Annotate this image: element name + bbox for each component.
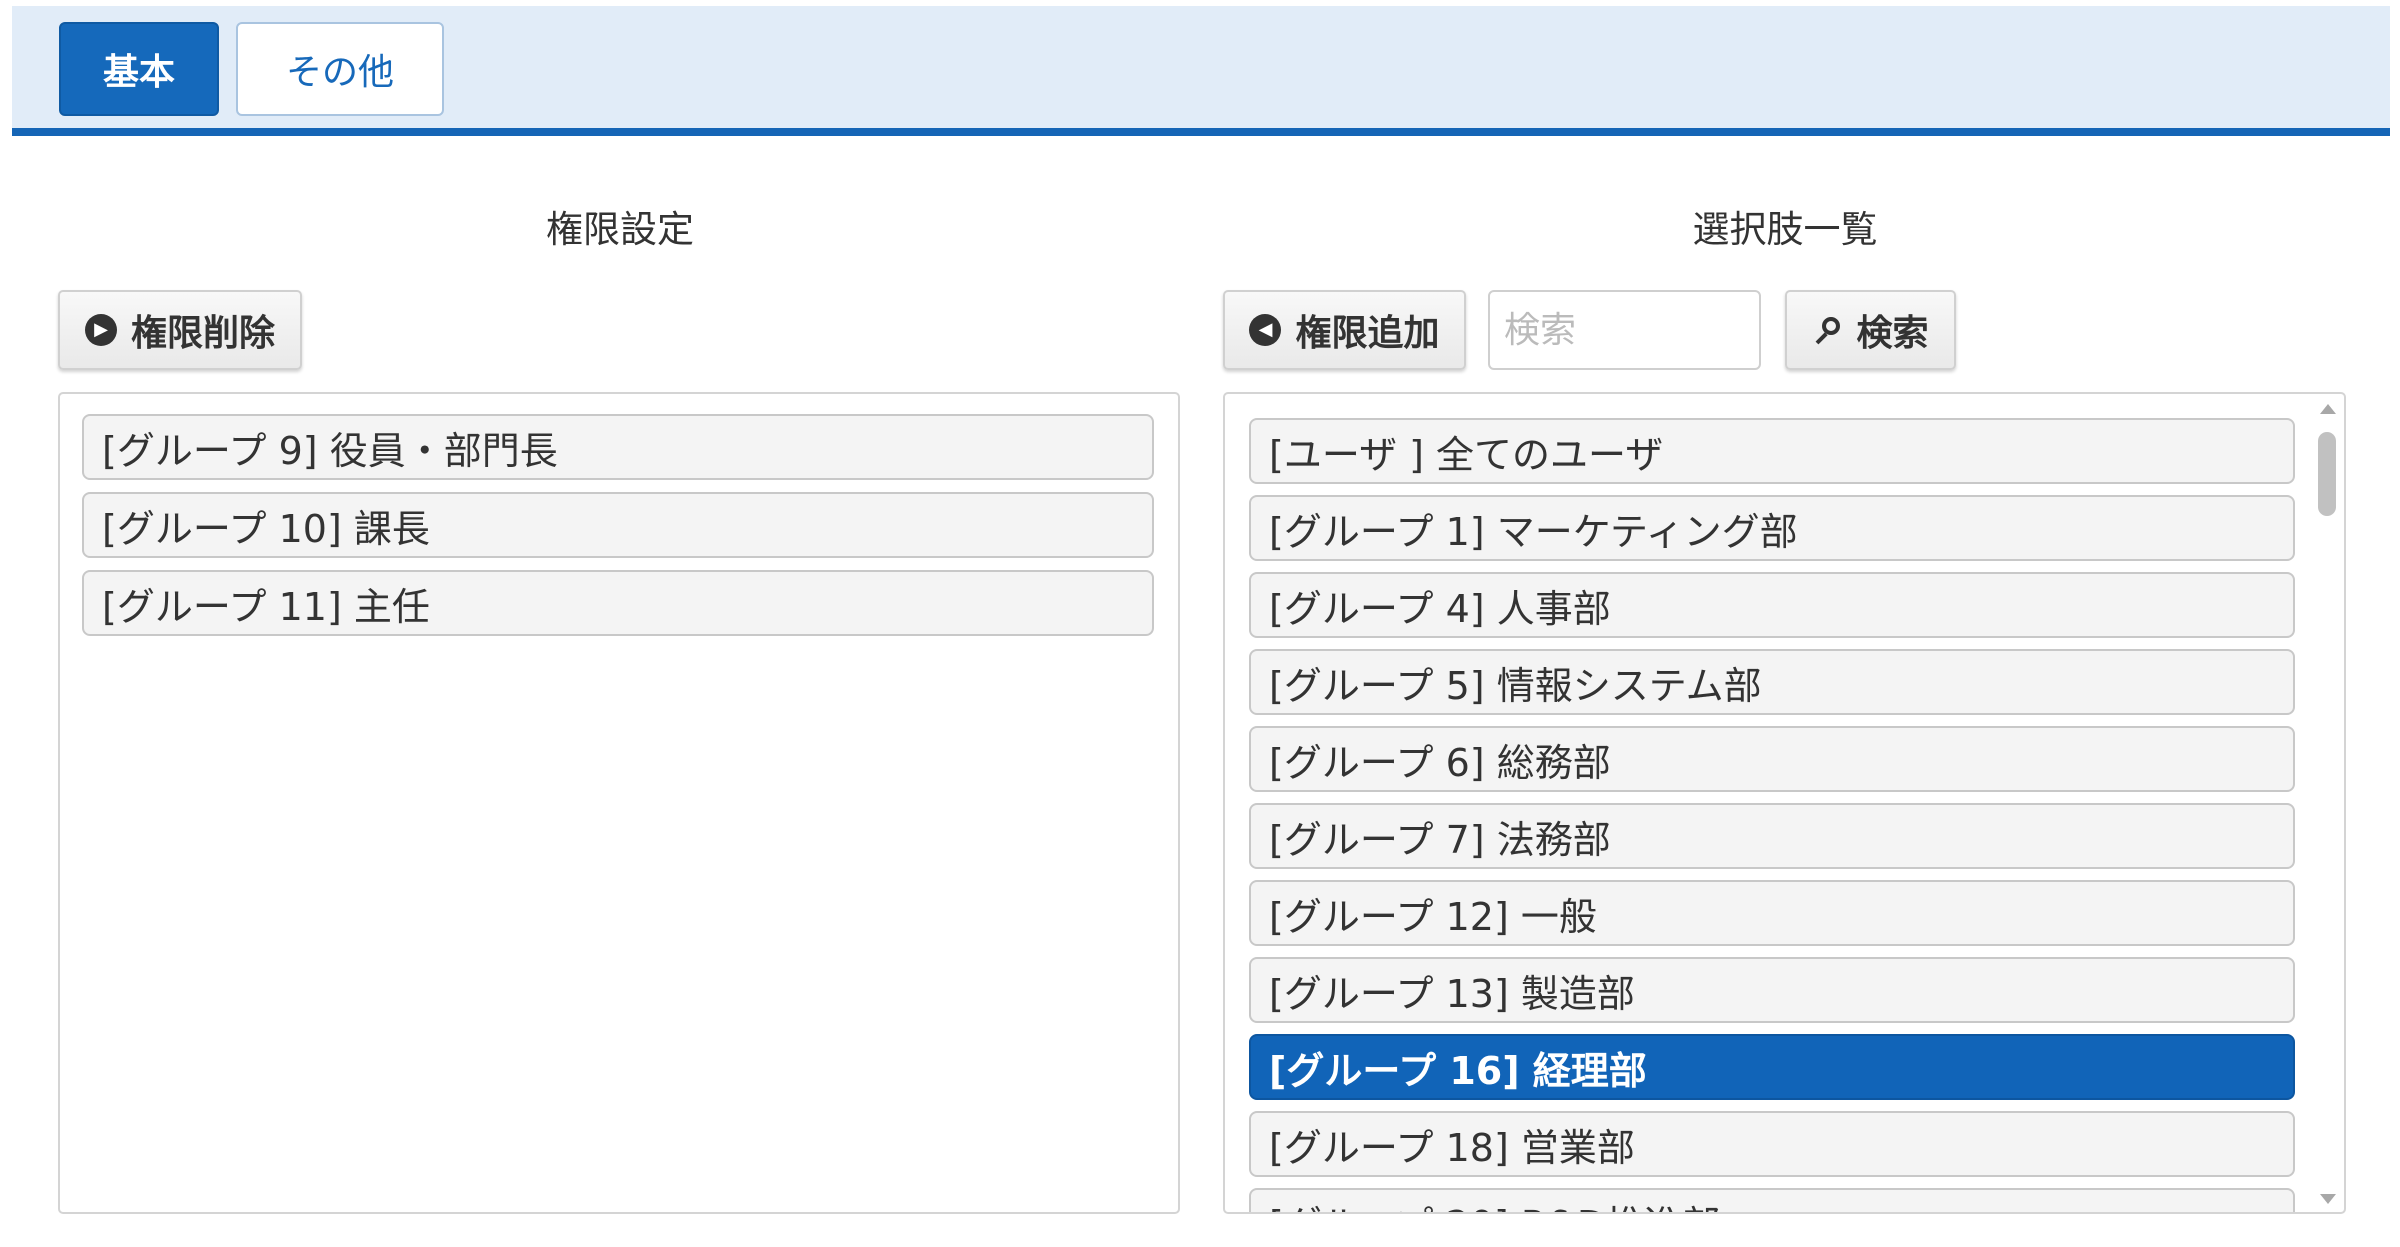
tab-bar: 基本 その他 <box>12 6 2390 136</box>
list-item[interactable]: [グループ 12] 一般 <box>1249 880 2295 946</box>
remove-permission-label: 権限削除 <box>130 313 275 354</box>
list-item[interactable]: [グループ 5] 情報システム部 <box>1249 649 2295 715</box>
scroll-up-icon[interactable] <box>2320 404 2336 414</box>
circle-arrow-left-icon: ◀ <box>1249 314 1282 346</box>
list-item[interactable]: [グループ 1] マーケティング部 <box>1249 495 2295 561</box>
list-item[interactable]: [グループ 20] R&D推進部 <box>1249 1188 2295 1212</box>
vertical-scrollbar[interactable] <box>2314 404 2340 1204</box>
permission-settings-heading: 権限設定 <box>546 208 694 251</box>
scroll-thumb[interactable] <box>2318 432 2336 516</box>
list-item-selected[interactable]: [グループ 16] 経理部 <box>1249 1034 2295 1100</box>
search-button[interactable]: 検索 <box>1785 290 1956 370</box>
permission-settings-window: 基本 その他 権限設定 選択肢一覧 ▶ 権限削除 ◀ 権限追加 検索 [グループ… <box>0 0 2400 1247</box>
list-item[interactable]: [グループ 6] 総務部 <box>1249 726 2295 792</box>
list-item[interactable]: [ユーザ ] 全てのユーザ <box>1249 418 2295 484</box>
options-list-heading: 選択肢一覧 <box>1692 208 1878 251</box>
tab-other[interactable]: その他 <box>236 22 444 116</box>
list-item[interactable]: [グループ 4] 人事部 <box>1249 572 2295 638</box>
list-item[interactable]: [グループ 7] 法務部 <box>1249 803 2295 869</box>
list-item[interactable]: [グループ 13] 製造部 <box>1249 957 2295 1023</box>
add-permission-label: 権限追加 <box>1295 313 1440 354</box>
circle-arrow-right-icon: ▶ <box>84 314 117 346</box>
scroll-down-icon[interactable] <box>2320 1194 2336 1204</box>
list-item[interactable]: [グループ 9] 役員・部門長 <box>82 414 1154 480</box>
options-list[interactable]: [ユーザ ] 全てのユーザ [グループ 1] マーケティング部 [グループ 4]… <box>1223 392 2346 1214</box>
search-input[interactable] <box>1488 290 1761 370</box>
magnifier-icon <box>1812 315 1842 345</box>
add-permission-button[interactable]: ◀ 権限追加 <box>1223 290 1466 370</box>
tab-basic[interactable]: 基本 <box>59 22 219 116</box>
list-item[interactable]: [グループ 11] 主任 <box>82 570 1154 636</box>
list-item[interactable]: [グループ 10] 課長 <box>82 492 1154 558</box>
search-button-label: 検索 <box>1856 313 1929 354</box>
assigned-permissions-list[interactable]: [グループ 9] 役員・部門長 [グループ 10] 課長 [グループ 11] 主… <box>58 392 1180 1214</box>
list-item[interactable]: [グループ 18] 営業部 <box>1249 1111 2295 1177</box>
remove-permission-button[interactable]: ▶ 権限削除 <box>58 290 302 370</box>
